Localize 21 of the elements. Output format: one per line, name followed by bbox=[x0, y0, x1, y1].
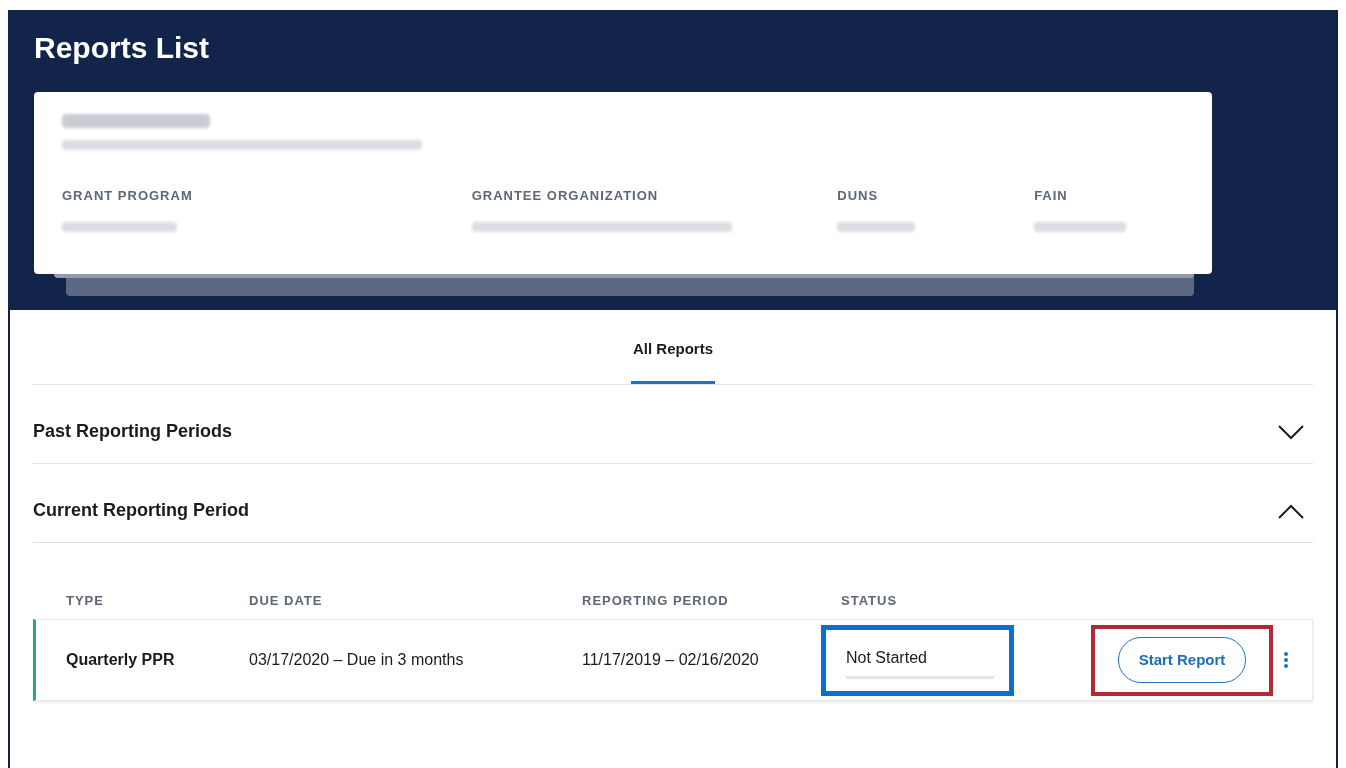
tab[interactable]: All Reports bbox=[631, 310, 715, 384]
table-cell-text: 03/17/2020 – Due in 3 months bbox=[249, 650, 465, 670]
section-title: Current Reporting Period bbox=[33, 499, 249, 522]
column-header: TYPE bbox=[66, 592, 105, 610]
column-header: REPORTING PERIOD bbox=[582, 592, 730, 610]
field-label: FAIN bbox=[1034, 187, 1069, 205]
column-header: DUE DATE bbox=[249, 592, 324, 610]
chevron-down-icon bbox=[1277, 423, 1305, 440]
status-text: Not Started bbox=[846, 647, 928, 668]
table-cell-text: Quarterly PPR bbox=[66, 650, 176, 670]
chevron-up-icon bbox=[1277, 502, 1305, 519]
column-header: STATUS bbox=[841, 592, 899, 610]
field-label: GRANT PROGRAM bbox=[62, 187, 194, 205]
field-label: GRANTEE ORGANIZATION bbox=[471, 187, 660, 205]
page-title: Reports List bbox=[34, 30, 211, 66]
table-cell-text: 11/17/2019 – 02/16/2020 bbox=[582, 650, 760, 670]
section-header[interactable]: Past Reporting Periods bbox=[33, 385, 1313, 464]
more-options-icon[interactable] bbox=[1283, 651, 1289, 669]
section-title: Past Reporting Periods bbox=[33, 420, 233, 443]
section-header[interactable]: Current Reporting Period bbox=[33, 464, 1313, 543]
field-label: DUNS bbox=[837, 187, 880, 205]
